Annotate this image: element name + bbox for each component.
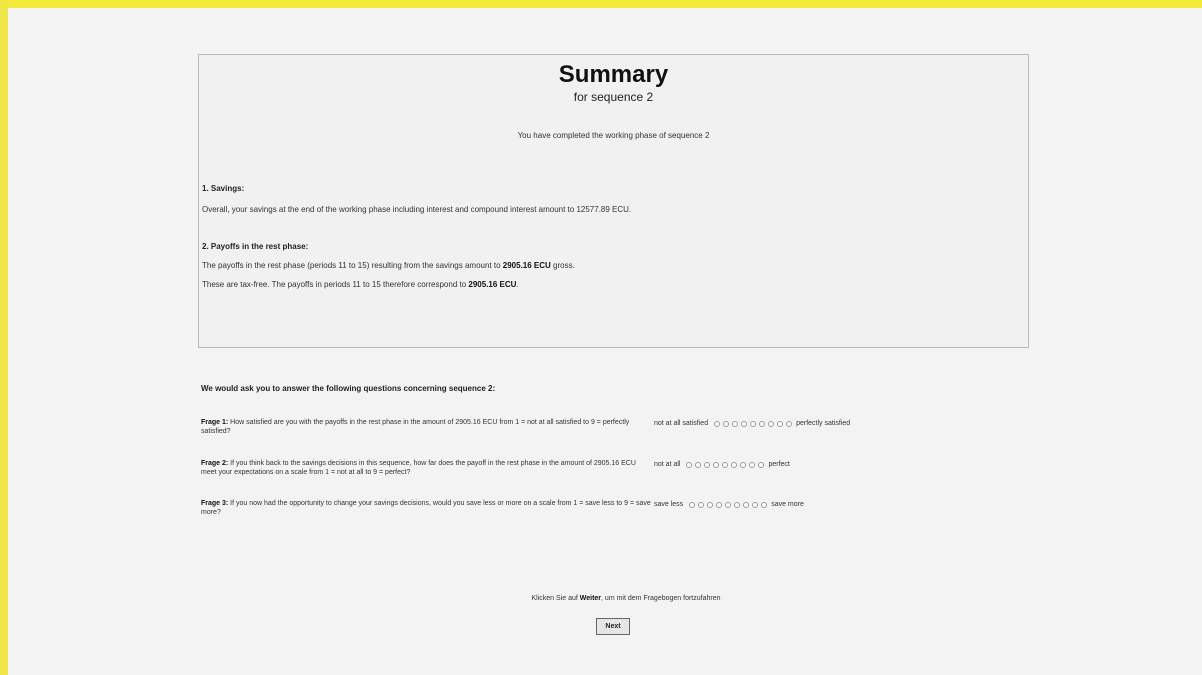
question-2-text: Frage 2: If you think back to the saving… bbox=[201, 459, 651, 477]
question-1-radio-2[interactable] bbox=[723, 420, 730, 427]
question-3-radio-7[interactable] bbox=[743, 501, 750, 508]
savings-heading: 1. Savings: bbox=[202, 184, 245, 193]
summary-panel: Summary for sequence 2 You have complete… bbox=[198, 54, 1029, 348]
question-2: Frage 2: If you think back to the saving… bbox=[201, 459, 901, 487]
question-1-radio-8[interactable] bbox=[777, 420, 784, 427]
question-1: Frage 1: How satisfied are you with the … bbox=[201, 418, 901, 446]
savings-text: Overall, your savings at the end of the … bbox=[202, 205, 632, 214]
question-3-radio-4[interactable] bbox=[716, 501, 723, 508]
question-3: Frage 3: If you now had the opportunity … bbox=[201, 499, 901, 527]
payoffs-net-value: 2905.16 ECU bbox=[468, 280, 517, 289]
question-1-radio-4[interactable] bbox=[741, 420, 748, 427]
question-1-radio-7[interactable] bbox=[768, 420, 775, 427]
question-3-low-label: save less bbox=[654, 501, 684, 508]
question-1-scale: not at all satisfied perfectly satisfied bbox=[654, 420, 850, 427]
payoffs-gross-value: 2905.16 ECU bbox=[502, 261, 551, 270]
question-2-scale: not at all perfect bbox=[654, 461, 790, 468]
question-3-radio-group bbox=[689, 501, 768, 508]
question-1-radio-3[interactable] bbox=[732, 420, 739, 427]
next-button[interactable]: Next bbox=[596, 618, 630, 635]
completion-message: You have completed the working phase of … bbox=[517, 131, 710, 140]
page-subtitle: for sequence 2 bbox=[573, 90, 654, 104]
hint-suffix: , um mit dem Fragebogen fortzufahren bbox=[601, 595, 721, 602]
question-1-high-label: perfectly satisfied bbox=[796, 420, 851, 427]
question-1-label: Frage 1: bbox=[201, 419, 229, 426]
question-2-radio-2[interactable] bbox=[695, 461, 702, 468]
question-3-radio-3[interactable] bbox=[707, 501, 714, 508]
question-2-low-label: not at all bbox=[654, 461, 681, 468]
continue-hint: Klicken Sie auf Weiter, um mit dem Frage… bbox=[8, 595, 1202, 602]
question-1-radio-group bbox=[714, 420, 793, 427]
question-2-high-label: perfect bbox=[768, 461, 790, 468]
question-2-radio-7[interactable] bbox=[740, 461, 747, 468]
question-2-radio-group bbox=[686, 461, 765, 468]
question-3-radio-2[interactable] bbox=[698, 501, 705, 508]
question-3-body: If you now had the opportunity to change… bbox=[201, 500, 651, 516]
payoffs-gross-text: The payoffs in the rest phase (periods 1… bbox=[202, 261, 575, 270]
page-frame: Summary for sequence 2 You have complete… bbox=[0, 0, 1202, 675]
hint-bold: Weiter bbox=[579, 595, 602, 602]
question-3-radio-9[interactable] bbox=[761, 501, 768, 508]
question-3-high-label: save more bbox=[771, 501, 804, 508]
payoffs-gross-prefix: The payoffs in the rest phase (periods 1… bbox=[202, 261, 503, 270]
question-2-radio-3[interactable] bbox=[704, 461, 711, 468]
question-3-label: Frage 3: bbox=[201, 500, 229, 507]
question-3-radio-5[interactable] bbox=[725, 501, 732, 508]
question-2-radio-6[interactable] bbox=[731, 461, 738, 468]
question-1-radio-6[interactable] bbox=[759, 420, 766, 427]
question-1-text: Frage 1: How satisfied are you with the … bbox=[201, 418, 651, 436]
question-2-body: If you think back to the savings decisio… bbox=[201, 460, 636, 476]
payoffs-gross-suffix: gross. bbox=[550, 261, 575, 270]
question-3-scale: save less save more bbox=[654, 501, 804, 508]
question-1-radio-5[interactable] bbox=[750, 420, 757, 427]
page-title: Summary bbox=[558, 61, 669, 88]
question-3-radio-1[interactable] bbox=[689, 501, 696, 508]
payoffs-net-prefix: These are tax-free. The payoffs in perio… bbox=[202, 280, 469, 289]
question-2-label: Frage 2: bbox=[201, 460, 229, 467]
questions-title: We would ask you to answer the following… bbox=[201, 384, 496, 393]
question-3-radio-8[interactable] bbox=[752, 501, 759, 508]
question-1-body: How satisfied are you with the payoffs i… bbox=[201, 419, 630, 435]
payoffs-net-text: These are tax-free. The payoffs in perio… bbox=[202, 280, 519, 289]
hint-prefix: Klicken Sie auf bbox=[531, 595, 580, 602]
question-1-low-label: not at all satisfied bbox=[654, 420, 709, 427]
payoffs-net-suffix: . bbox=[516, 280, 519, 289]
question-1-radio-1[interactable] bbox=[714, 420, 721, 427]
question-2-radio-4[interactable] bbox=[713, 461, 720, 468]
question-2-radio-8[interactable] bbox=[749, 461, 756, 468]
question-2-radio-9[interactable] bbox=[758, 461, 765, 468]
question-1-radio-9[interactable] bbox=[786, 420, 793, 427]
question-3-radio-6[interactable] bbox=[734, 501, 741, 508]
payoffs-heading: 2. Payoffs in the rest phase: bbox=[202, 242, 309, 251]
question-2-radio-5[interactable] bbox=[722, 461, 729, 468]
question-2-radio-1[interactable] bbox=[686, 461, 693, 468]
question-3-text: Frage 3: If you now had the opportunity … bbox=[201, 499, 651, 517]
